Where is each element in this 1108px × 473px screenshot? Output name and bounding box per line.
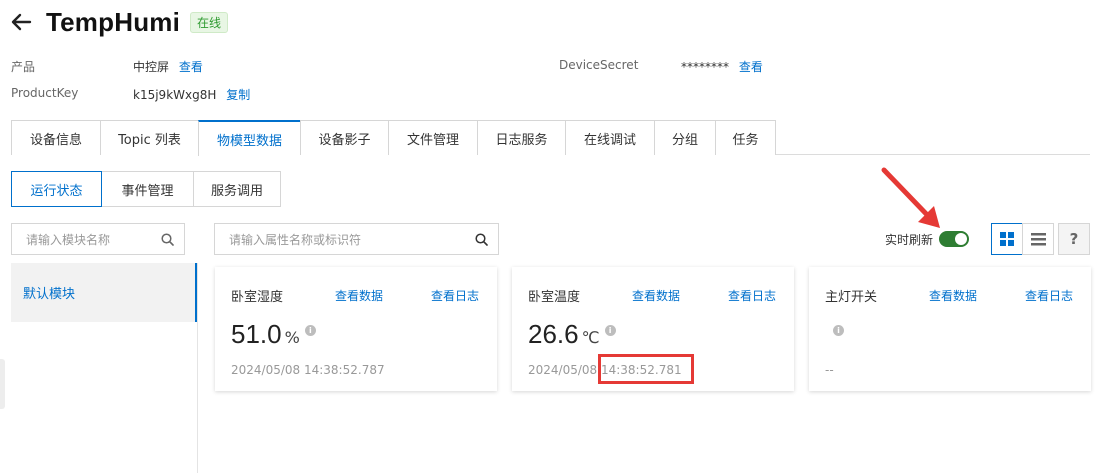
view-data-link[interactable]: 查看数据 bbox=[929, 287, 977, 304]
productkey-copy-link[interactable]: 复制 bbox=[226, 88, 250, 102]
value-number: 26.6 bbox=[528, 319, 579, 349]
property-value: i bbox=[825, 325, 844, 336]
search-icon[interactable] bbox=[475, 232, 488, 246]
sidebar-item-default-module[interactable]: 默认模块 bbox=[11, 263, 197, 322]
tab-device-info[interactable]: 设备信息 bbox=[11, 120, 100, 155]
grid-icon bbox=[1000, 232, 1014, 246]
update-time: 2024/05/08 14:38:52.787 bbox=[231, 363, 385, 377]
grid-view-button[interactable] bbox=[991, 223, 1023, 255]
info-icon[interactable]: i bbox=[604, 325, 616, 336]
product-value: 中控屏 bbox=[133, 60, 170, 74]
devicesecret-label: DeviceSecret bbox=[559, 58, 639, 72]
tab-log-service[interactable]: 日志服务 bbox=[477, 120, 565, 155]
back-arrow-icon[interactable] bbox=[10, 11, 32, 33]
property-name: 卧室湿度 bbox=[231, 290, 284, 305]
page-header: TempHumi 在线 bbox=[10, 6, 229, 38]
help-button[interactable]: ? bbox=[1058, 223, 1090, 255]
devicesecret-value-group: ******** 查看 bbox=[681, 58, 763, 75]
property-search-placeholder: 请输入属性名称或标识符 bbox=[229, 232, 362, 247]
devicesecret-value: ******** bbox=[681, 60, 729, 74]
list-view-button[interactable] bbox=[1022, 223, 1054, 255]
value-unit: % bbox=[284, 328, 300, 347]
tab-file-management[interactable]: 文件管理 bbox=[388, 120, 477, 155]
property-value: 26.6 ℃ i bbox=[528, 319, 616, 350]
productkey-row: ProductKey bbox=[11, 86, 78, 100]
tab-online-debug[interactable]: 在线调试 bbox=[565, 120, 654, 155]
property-card-humidity: 卧室湿度 查看数据 查看日志 51.0 % i 2024/05/08 14:38… bbox=[215, 267, 497, 391]
tab-device-shadow[interactable]: 设备影子 bbox=[300, 120, 388, 155]
view-data-link[interactable]: 查看数据 bbox=[632, 287, 680, 304]
view-data-link[interactable]: 查看数据 bbox=[335, 287, 383, 304]
info-icon[interactable]: i bbox=[833, 325, 844, 336]
productkey-value-group: k15j9kWxg8H 复制 bbox=[133, 86, 250, 103]
product-value-group: 中控屏 查看 bbox=[133, 58, 203, 75]
product-row: 产品 bbox=[11, 58, 35, 75]
property-card-main-light: 主灯开关 查看数据 查看日志 i -- bbox=[809, 267, 1091, 391]
property-name: 卧室温度 bbox=[528, 290, 581, 305]
value-unit: ℃ bbox=[581, 328, 600, 347]
main-tabs: 设备信息 Topic 列表 物模型数据 设备影子 文件管理 日志服务 在线调试 … bbox=[11, 120, 1090, 156]
subtab-service-call[interactable]: 服务调用 bbox=[193, 171, 281, 207]
productkey-label: ProductKey bbox=[11, 86, 79, 100]
tab-thing-model-data[interactable]: 物模型数据 bbox=[198, 120, 300, 156]
module-search-placeholder: 请输入模块名称 bbox=[26, 232, 111, 247]
sub-tabs: 运行状态 事件管理 服务调用 bbox=[11, 171, 281, 207]
subtab-event-management[interactable]: 事件管理 bbox=[101, 171, 194, 207]
view-log-link[interactable]: 查看日志 bbox=[1025, 287, 1073, 304]
productkey-value: k15j9kWxg8H bbox=[133, 88, 217, 102]
list-icon bbox=[1030, 232, 1046, 245]
view-log-link[interactable]: 查看日志 bbox=[431, 287, 479, 304]
devicesecret-view-link[interactable]: 查看 bbox=[739, 60, 763, 74]
module-search-input[interactable]: 请输入模块名称 bbox=[11, 223, 185, 255]
toggle-knob bbox=[955, 233, 968, 245]
side-collapse-handle[interactable] bbox=[0, 359, 5, 409]
subtab-running-status[interactable]: 运行状态 bbox=[11, 171, 102, 207]
annotation-arrow-icon bbox=[881, 167, 940, 228]
tab-task[interactable]: 任务 bbox=[715, 120, 776, 155]
search-icon[interactable] bbox=[161, 232, 174, 246]
tab-group[interactable]: 分组 bbox=[654, 120, 715, 155]
product-label: 产品 bbox=[11, 60, 36, 74]
property-value: 51.0 % i bbox=[231, 319, 316, 350]
view-log-link[interactable]: 查看日志 bbox=[728, 287, 776, 304]
product-view-link[interactable]: 查看 bbox=[179, 60, 203, 74]
tab-topic-list[interactable]: Topic 列表 bbox=[100, 120, 198, 155]
devicesecret-row: DeviceSecret bbox=[559, 58, 638, 72]
update-time: -- bbox=[825, 363, 834, 377]
annotation-highlight-box bbox=[598, 354, 694, 384]
property-search-input[interactable]: 请输入属性名称或标识符 bbox=[214, 223, 499, 255]
status-badge: 在线 bbox=[190, 11, 229, 33]
property-name: 主灯开关 bbox=[825, 290, 878, 305]
info-icon[interactable]: i bbox=[304, 325, 316, 336]
module-sidebar: 默认模块 bbox=[11, 263, 198, 473]
value-number: 51.0 bbox=[231, 319, 282, 349]
page-title: TempHumi bbox=[46, 6, 181, 37]
